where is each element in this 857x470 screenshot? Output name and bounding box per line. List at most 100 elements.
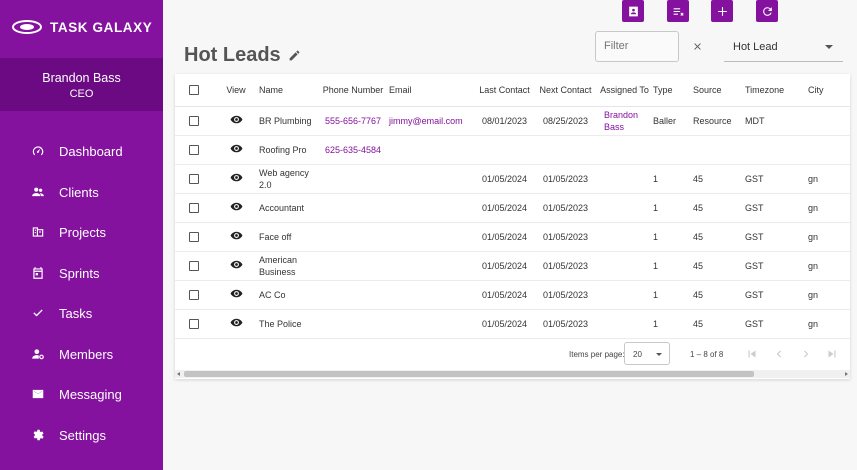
table-row[interactable]: Web agency 2.0 01/05/2024 01/05/2023 1 45 GST… xyxy=(175,164,850,194)
horizontal-scrollbar[interactable] xyxy=(175,370,850,378)
table-row[interactable]: AC Co 01/05/2024 01/05/2023 1 45 GST gn xyxy=(175,280,850,310)
refresh-button[interactable] xyxy=(756,0,778,22)
table-row[interactable]: The Police 01/05/2024 01/05/2023 1 45 GST gn xyxy=(175,309,850,339)
table-row[interactable]: Accountant 01/05/2024 01/05/2023 1 45 GST gn xyxy=(175,193,850,223)
user-profile[interactable]: Brandon Bass CEO xyxy=(0,58,163,111)
nav-item-members[interactable]: Members xyxy=(0,339,163,369)
eye-icon[interactable] xyxy=(230,142,243,155)
contact-card-button[interactable] xyxy=(622,0,644,22)
assigned-to[interactable]: Brandon Bass xyxy=(596,106,653,136)
eye-icon[interactable] xyxy=(230,287,243,300)
column-header[interactable]: Email xyxy=(389,74,474,107)
filter-field[interactable] xyxy=(595,31,679,62)
column-header[interactable]: City xyxy=(808,74,850,107)
lead-name: BR Plumbing xyxy=(259,106,317,136)
nav-item-messaging[interactable]: Messaging xyxy=(0,379,163,409)
table-row[interactable]: American Business 01/05/2024 01/05/2023 1 45… xyxy=(175,251,850,281)
last-contact: 01/05/2024 xyxy=(474,222,535,252)
nav-item-sprints[interactable]: Sprints xyxy=(0,258,163,288)
assigned-to[interactable] xyxy=(596,309,653,339)
row-checkbox[interactable] xyxy=(189,261,199,272)
lead-phone[interactable] xyxy=(317,193,389,223)
row-checkbox[interactable] xyxy=(189,145,199,156)
add-lead-button[interactable] xyxy=(711,0,733,22)
assigned-to[interactable] xyxy=(596,251,653,281)
lead-phone[interactable] xyxy=(317,222,389,252)
assigned-to[interactable] xyxy=(596,135,653,165)
scroll-right-icon[interactable] xyxy=(845,372,848,376)
items-per-page-select[interactable]: 20 xyxy=(624,342,670,365)
row-checkbox[interactable] xyxy=(189,203,199,214)
nav-item-projects[interactable]: Projects xyxy=(0,217,163,247)
column-header[interactable]: Timezone xyxy=(745,74,808,107)
lead-type-select[interactable]: Hot Lead xyxy=(724,31,843,62)
nav-label: Dashboard xyxy=(59,143,123,159)
remove-list-button[interactable] xyxy=(667,0,689,22)
column-header[interactable]: Type xyxy=(653,74,693,107)
table-row[interactable]: Face off 01/05/2024 01/05/2023 1 45 GST gn xyxy=(175,222,850,252)
column-header[interactable]: Next Contact xyxy=(535,74,596,107)
row-checkbox[interactable] xyxy=(189,319,199,330)
column-header[interactable]: Phone Number xyxy=(317,74,389,107)
row-checkbox[interactable] xyxy=(189,290,199,301)
nav-item-tasks[interactable]: Tasks xyxy=(0,298,163,328)
last-page-icon[interactable] xyxy=(825,347,839,361)
assigned-to[interactable] xyxy=(596,280,653,310)
last-contact xyxy=(474,135,535,165)
paginator: Items per page: 20 1 – 8 of 8 xyxy=(175,342,850,368)
previous-page-icon[interactable] xyxy=(772,347,786,361)
assigned-to[interactable] xyxy=(596,193,653,223)
assigned-to[interactable] xyxy=(596,164,653,194)
scrollbar-thumb[interactable] xyxy=(184,371,754,377)
lead-phone[interactable] xyxy=(317,251,389,281)
projects-icon xyxy=(32,227,44,237)
brand-logo[interactable]: TASK GALAXY xyxy=(12,19,152,35)
column-header[interactable]: View xyxy=(213,74,259,107)
lead-phone[interactable]: 625-635-4584 xyxy=(317,135,389,165)
next-contact: 01/05/2023 xyxy=(535,164,596,194)
eye-icon[interactable] xyxy=(230,171,243,184)
nav-item-dashboard[interactable]: Dashboard xyxy=(0,136,163,166)
lead-email[interactable] xyxy=(389,135,474,165)
column-header[interactable]: Source xyxy=(693,74,745,107)
close-icon[interactable] xyxy=(692,41,703,52)
lead-phone[interactable]: 555-656-7767 xyxy=(317,106,389,136)
lead-timezone: GST xyxy=(745,193,808,223)
lead-email[interactable] xyxy=(389,280,474,310)
lead-email[interactable] xyxy=(389,309,474,339)
lead-phone[interactable] xyxy=(317,164,389,194)
next-page-icon[interactable] xyxy=(799,347,813,361)
select-all-checkbox[interactable] xyxy=(189,85,199,96)
eye-icon[interactable] xyxy=(230,200,243,213)
lead-email[interactable] xyxy=(389,251,474,281)
filter-input[interactable] xyxy=(604,40,660,52)
table-row[interactable]: Roofing Pro 625-635-4584 xyxy=(175,135,850,165)
lead-email[interactable] xyxy=(389,222,474,252)
lead-email[interactable] xyxy=(389,164,474,194)
table-row[interactable]: BR Plumbing 555-656-7767 jimmy@email.com 08… xyxy=(175,106,850,136)
lead-email[interactable]: jimmy@email.com xyxy=(389,106,474,136)
scroll-left-icon[interactable] xyxy=(177,372,180,376)
lead-phone[interactable] xyxy=(317,309,389,339)
row-checkbox[interactable] xyxy=(189,116,199,127)
nav-item-clients[interactable]: Clients xyxy=(0,177,163,207)
eye-icon[interactable] xyxy=(230,229,243,242)
eye-icon[interactable] xyxy=(230,258,243,271)
row-checkbox[interactable] xyxy=(189,174,199,185)
column-header[interactable]: Last Contact xyxy=(474,74,535,107)
nav-item-settings[interactable]: Settings xyxy=(0,420,163,450)
first-page-icon[interactable] xyxy=(745,347,759,361)
edit-pencil-icon[interactable] xyxy=(288,49,301,62)
row-checkbox[interactable] xyxy=(189,232,199,243)
assigned-to[interactable] xyxy=(596,222,653,252)
column-header[interactable]: Name xyxy=(259,74,317,107)
column-header[interactable]: Assigned To xyxy=(596,74,653,107)
check-icon xyxy=(33,309,43,317)
lead-city xyxy=(808,135,850,165)
eye-icon[interactable] xyxy=(230,113,243,126)
lead-email[interactable] xyxy=(389,193,474,223)
lead-phone[interactable] xyxy=(317,280,389,310)
eye-icon[interactable] xyxy=(230,316,243,329)
last-contact: 01/05/2024 xyxy=(474,309,535,339)
plus-icon xyxy=(717,6,727,16)
